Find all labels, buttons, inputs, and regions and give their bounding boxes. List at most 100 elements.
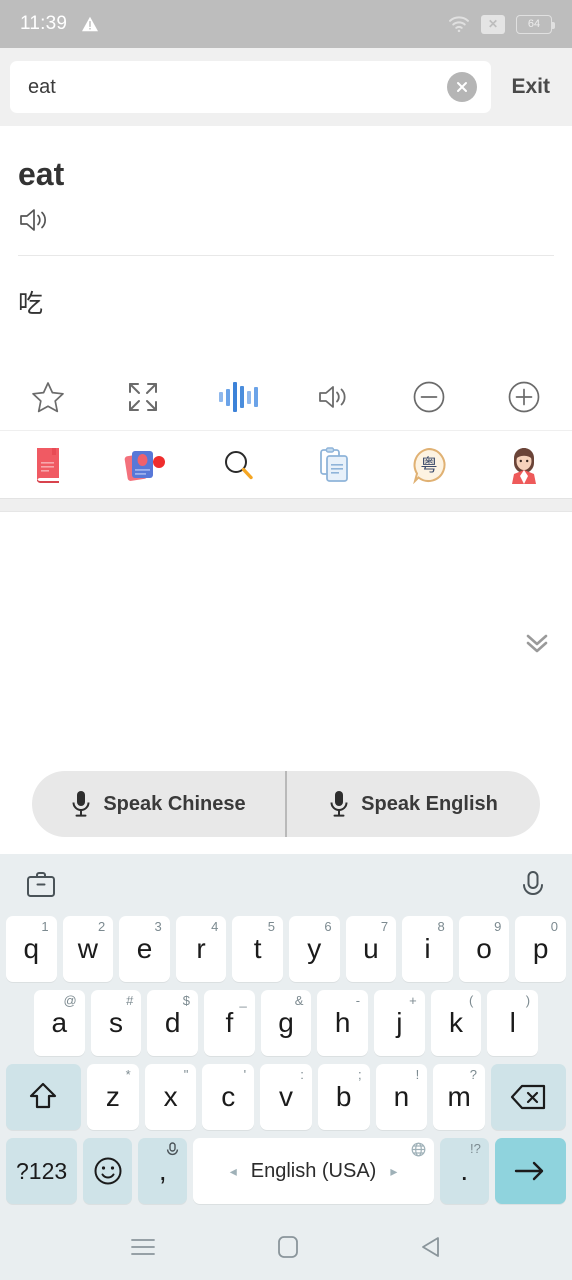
period-key[interactable]: !? . (439, 1138, 489, 1204)
key-label: o (476, 933, 492, 964)
key-label: q (23, 933, 40, 964)
key-hint: @ (63, 993, 77, 1008)
key-hint: 1 (41, 919, 49, 934)
key-label: v (279, 1081, 293, 1112)
key-hint: 7 (380, 919, 389, 934)
keyboard-clipboard-button[interactable] (26, 870, 56, 900)
key-e[interactable]: 3e (119, 916, 170, 982)
symbols-key[interactable]: ?123 (6, 1138, 78, 1204)
key-label: w (77, 933, 98, 964)
key-label: x (163, 1081, 178, 1112)
back-triangle-icon (421, 1237, 439, 1257)
comma-key[interactable]: , (138, 1138, 188, 1204)
dictionary-book-button[interactable] (0, 446, 95, 484)
clipboard-button[interactable] (286, 446, 381, 483)
key-label: k (449, 1007, 464, 1038)
key-a[interactable]: @ a (34, 990, 85, 1056)
key-n[interactable]: ! n (375, 1064, 428, 1130)
shift-key[interactable] (6, 1064, 81, 1130)
space-next-lang-arrow[interactable]: ▸ (390, 1164, 397, 1178)
emoji-key[interactable] (83, 1138, 133, 1204)
status-bar: 11:39 ✕ 64 (0, 0, 572, 48)
key-hint: 0 (550, 919, 558, 934)
favorite-star-button[interactable] (0, 380, 95, 414)
speak-aloud-button[interactable] (286, 383, 381, 411)
key-label: u (363, 933, 379, 964)
space-key[interactable]: ◂ English (USA) ▸ (193, 1138, 434, 1204)
key-label: m (447, 1081, 471, 1112)
fullscreen-expand-button[interactable] (95, 381, 190, 413)
space-key-label: English (USA) (250, 1160, 377, 1182)
no-signal-icon: ✕ (481, 14, 505, 34)
key-r[interactable]: 4r (175, 916, 227, 982)
key-hint: " (183, 1067, 189, 1082)
exit-button[interactable]: Exit (497, 75, 560, 99)
cantonese-mode-button[interactable]: 粤 (381, 446, 476, 484)
pronounce-button[interactable] (18, 193, 554, 255)
zoom-out-minus-icon (413, 381, 445, 413)
keyboard-voice-input-button[interactable] (520, 870, 546, 900)
key-g[interactable]: & g (260, 990, 312, 1056)
key-k[interactable]: (k (430, 990, 482, 1056)
zoom-out-minus-button[interactable] (381, 380, 476, 414)
key-j[interactable]: + j (374, 990, 425, 1056)
keyboard-row-3: * z " x ' c :v ; b ! n ? m (0, 1064, 572, 1130)
key-label: t (253, 933, 262, 964)
key-hint: * (125, 1067, 131, 1082)
key-label: a (51, 1007, 68, 1038)
fullscreen-expand-icon (128, 383, 157, 411)
zoom-in-plus-button[interactable] (477, 380, 572, 414)
key-label: h (334, 1007, 351, 1038)
collapse-panel-button[interactable] (522, 630, 552, 656)
key-v[interactable]: :v (260, 1064, 312, 1130)
key-q[interactable]: 1q (6, 916, 57, 982)
key-hint: ; (357, 1067, 362, 1082)
key-f[interactable]: _ f (204, 990, 255, 1056)
key-i[interactable]: 8i (402, 916, 453, 982)
audio-waveform-button[interactable] (191, 382, 286, 412)
key-o[interactable]: 9o (458, 916, 510, 982)
backspace-key[interactable] (491, 1064, 566, 1130)
key-h[interactable]: -h (317, 990, 369, 1056)
key-z[interactable]: * z (86, 1064, 139, 1130)
zoom-in-plus-icon (508, 381, 540, 413)
search-input[interactable]: eat (10, 61, 492, 113)
key-label: n (393, 1081, 410, 1112)
clipboard-toolbox-icon (27, 872, 55, 897)
enter-key[interactable] (494, 1138, 567, 1204)
back-button[interactable] (419, 1234, 443, 1260)
key-label: r (196, 933, 206, 964)
flashcards-button[interactable] (95, 447, 190, 483)
emoji-smiley-icon (94, 1157, 122, 1185)
key-c[interactable]: ' c (202, 1064, 255, 1130)
speak-chinese-button[interactable]: Speak Chinese (32, 771, 285, 837)
battery-level-label: 64 (527, 18, 541, 30)
speak-button-bar: Speak Chinese Speak English (0, 754, 572, 854)
space-prev-lang-arrow[interactable]: ◂ (230, 1164, 237, 1178)
key-p[interactable]: 0p (515, 916, 566, 982)
key-l[interactable]: ) l (487, 990, 539, 1056)
key-m[interactable]: ? m (433, 1064, 486, 1130)
key-b[interactable]: ; b (317, 1064, 370, 1130)
key-s[interactable]: # s (90, 990, 142, 1056)
key-label: j (396, 1007, 403, 1038)
key-hint: 2 (97, 919, 106, 934)
speak-pill: Speak Chinese Speak English (32, 771, 540, 837)
key-d[interactable]: $ d (147, 990, 199, 1056)
clear-search-button[interactable] (447, 72, 478, 102)
key-t[interactable]: 5t (232, 916, 283, 982)
comma-key-label: , (158, 1155, 167, 1186)
key-x[interactable]: " x (144, 1064, 197, 1130)
speak-english-button[interactable]: Speak English (285, 771, 540, 837)
tutor-avatar-button[interactable] (477, 446, 572, 484)
key-u[interactable]: 7u (345, 916, 397, 982)
key-w[interactable]: 2w (62, 916, 114, 982)
home-button[interactable] (276, 1234, 300, 1260)
symbols-key-label: ?123 (15, 1157, 68, 1184)
key-label: l (509, 1007, 516, 1038)
red-book-icon (36, 447, 59, 483)
search-lookup-button[interactable] (191, 448, 286, 482)
recents-button[interactable] (129, 1235, 157, 1259)
keyboard-toolbar (0, 854, 572, 916)
key-y[interactable]: 6y (288, 916, 340, 982)
